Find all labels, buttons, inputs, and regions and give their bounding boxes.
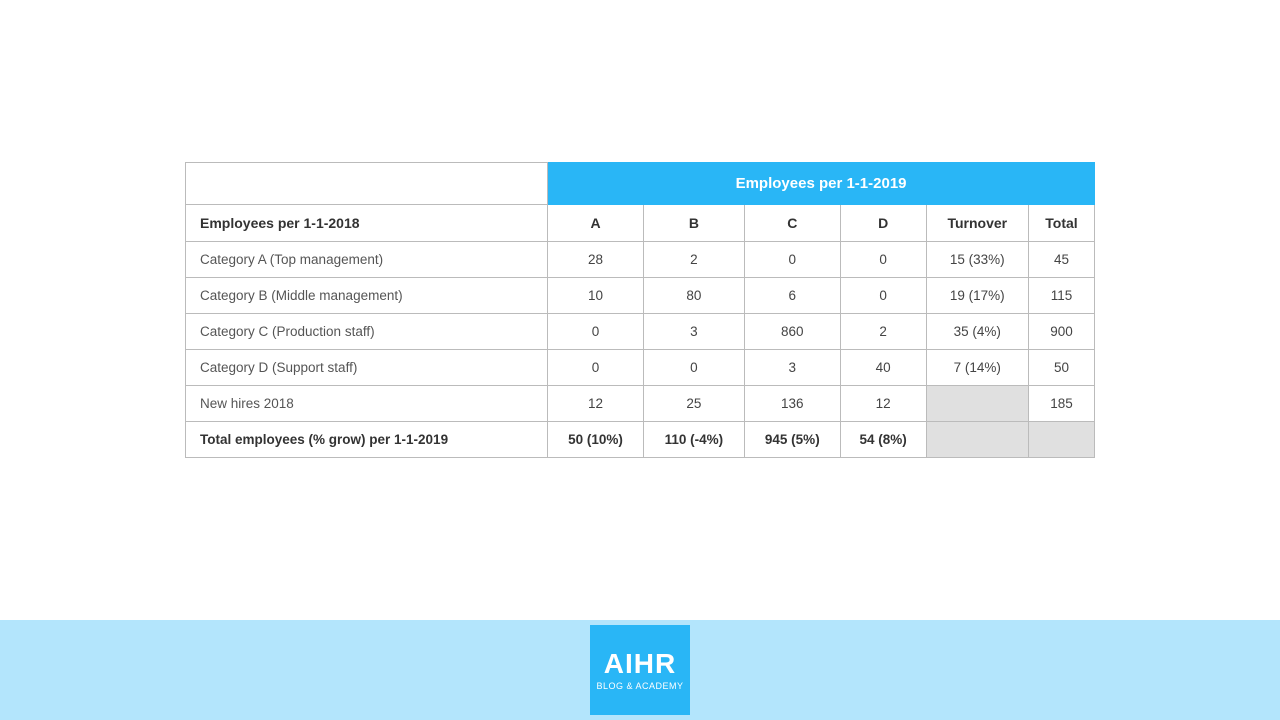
table-row: Category D (Support staff)003407 (14%)50 [186, 350, 1095, 386]
cell-a-0: 28 [548, 242, 644, 278]
cell-turnover-2: 35 (4%) [926, 314, 1028, 350]
cell-turnover-1: 19 (17%) [926, 278, 1028, 314]
row-label-3: Category D (Support staff) [186, 350, 548, 386]
cell-b-2: 3 [643, 314, 744, 350]
cell-a-2: 0 [548, 314, 644, 350]
table-body: Category A (Top management)2820015 (33%)… [186, 242, 1095, 458]
cell-c-4: 136 [744, 386, 840, 422]
cell-total-0: 45 [1028, 242, 1094, 278]
cell-turnover-5 [926, 422, 1028, 458]
cell-c-0: 0 [744, 242, 840, 278]
cell-b-1: 80 [643, 278, 744, 314]
table-row: Total employees (% grow) per 1-1-201950 … [186, 422, 1095, 458]
cell-d-4: 12 [840, 386, 926, 422]
sub-header-col-turnover: Turnover [926, 205, 1028, 242]
cell-a-3: 0 [548, 350, 644, 386]
cell-turnover-3: 7 (14%) [926, 350, 1028, 386]
cell-c-5: 945 (5%) [744, 422, 840, 458]
cell-total-2: 900 [1028, 314, 1094, 350]
sub-header-col-d: D [840, 205, 926, 242]
row-label-1: Category B (Middle management) [186, 278, 548, 314]
table-header-top: Employees per 1-1-2019 [186, 163, 1095, 205]
top-header-employees-2019: Employees per 1-1-2019 [548, 163, 1095, 205]
cell-turnover-4 [926, 386, 1028, 422]
sub-header-col-a: A [548, 205, 644, 242]
cell-total-5 [1028, 422, 1094, 458]
sub-header-col-c: C [744, 205, 840, 242]
cell-total-4: 185 [1028, 386, 1094, 422]
logo-box: AIHR BLOG & ACADEMY [590, 625, 690, 715]
table-row: Category C (Production staff)03860235 (4… [186, 314, 1095, 350]
employees-table: Employees per 1-1-2019 Employees per 1-1… [185, 162, 1095, 458]
cell-c-3: 3 [744, 350, 840, 386]
cell-b-5: 110 (-4%) [643, 422, 744, 458]
cell-d-5: 54 (8%) [840, 422, 926, 458]
sub-header-col-total: Total [1028, 205, 1094, 242]
logo-subtitle: BLOG & ACADEMY [596, 680, 683, 693]
cell-b-0: 2 [643, 242, 744, 278]
cell-d-0: 0 [840, 242, 926, 278]
cell-b-3: 0 [643, 350, 744, 386]
cell-a-1: 10 [548, 278, 644, 314]
cell-a-5: 50 (10%) [548, 422, 644, 458]
row-label-0: Category A (Top management) [186, 242, 548, 278]
logo-main: AIHR [604, 648, 676, 680]
cell-a-4: 12 [548, 386, 644, 422]
cell-turnover-0: 15 (33%) [926, 242, 1028, 278]
cell-c-1: 6 [744, 278, 840, 314]
top-header-empty [186, 163, 548, 205]
footer-bar: AIHR BLOG & ACADEMY [0, 620, 1280, 720]
cell-total-1: 115 [1028, 278, 1094, 314]
table-row: Category B (Middle management)10806019 (… [186, 278, 1095, 314]
cell-b-4: 25 [643, 386, 744, 422]
main-content: Employees per 1-1-2019 Employees per 1-1… [0, 0, 1280, 620]
row-label-5: Total employees (% grow) per 1-1-2019 [186, 422, 548, 458]
row-label-4: New hires 2018 [186, 386, 548, 422]
sub-header-row-label: Employees per 1-1-2018 [186, 205, 548, 242]
cell-total-3: 50 [1028, 350, 1094, 386]
table-header-sub: Employees per 1-1-2018 A B C D Turnover … [186, 205, 1095, 242]
cell-d-1: 0 [840, 278, 926, 314]
cell-d-3: 40 [840, 350, 926, 386]
cell-d-2: 2 [840, 314, 926, 350]
sub-header-col-b: B [643, 205, 744, 242]
table-row: Category A (Top management)2820015 (33%)… [186, 242, 1095, 278]
cell-c-2: 860 [744, 314, 840, 350]
table-row: New hires 2018122513612185 [186, 386, 1095, 422]
row-label-2: Category C (Production staff) [186, 314, 548, 350]
